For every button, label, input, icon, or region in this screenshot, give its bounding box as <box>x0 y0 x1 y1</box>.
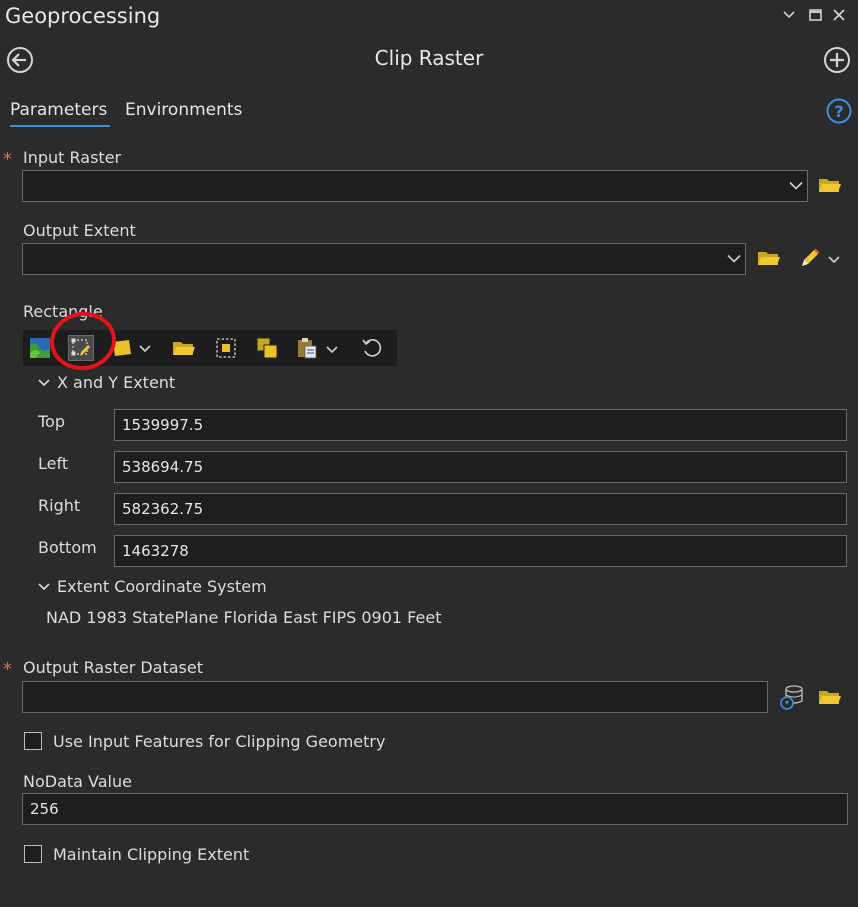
chevron-down-icon <box>789 181 803 190</box>
use-input-features-label: Use Input Features for Clipping Geometry <box>53 732 386 751</box>
maintain-extent-checkbox[interactable] <box>24 845 42 863</box>
bottom-value: 1463278 <box>122 542 189 560</box>
left-label: Left <box>38 454 69 473</box>
folder-icon <box>758 252 780 265</box>
maintain-extent-label: Maintain Clipping Extent <box>53 845 250 864</box>
panel-title: Geoprocessing <box>5 4 161 28</box>
chevron-down-icon <box>727 254 741 263</box>
chevron-down-icon <box>38 583 50 591</box>
chevron-down-icon <box>139 345 151 353</box>
help-icon: ? <box>826 98 852 124</box>
database-icon <box>780 685 803 710</box>
chevron-down-icon <box>326 346 338 354</box>
intersect-extent-button[interactable] <box>254 335 280 361</box>
pencil-icon <box>802 248 820 266</box>
folder-icon <box>819 179 841 192</box>
right-value: 582362.75 <box>122 500 204 518</box>
coord-system-value: NAD 1983 StatePlane Florida East FIPS 09… <box>46 608 442 627</box>
right-input[interactable]: 582362.75 <box>114 493 847 525</box>
folder-icon <box>819 691 841 704</box>
paste-extent-menu-button[interactable] <box>296 335 340 361</box>
plus-circle-icon <box>824 47 850 73</box>
nodata-value: 256 <box>30 800 59 818</box>
browse-input-raster-button[interactable] <box>818 176 842 198</box>
output-raster-label: Output Raster Dataset <box>23 658 204 677</box>
tab-parameters[interactable]: Parameters <box>10 100 107 120</box>
required-marker: * <box>3 659 12 680</box>
use-input-features-checkbox[interactable] <box>24 732 42 750</box>
draw-extent-menu-button[interactable] <box>799 247 843 273</box>
folder-icon <box>173 342 195 355</box>
left-input[interactable]: 538694.75 <box>114 451 847 483</box>
chevron-down-icon[interactable] <box>780 6 798 24</box>
required-marker: * <box>3 149 12 170</box>
top-value: 1539997.5 <box>122 416 204 434</box>
left-value: 538694.75 <box>122 458 204 476</box>
intersect-icon <box>256 337 278 359</box>
tab-active-underline <box>10 125 110 127</box>
tool-title: Clip Raster <box>374 46 484 70</box>
chevron-down-icon <box>828 256 840 264</box>
top-input[interactable]: 1539997.5 <box>114 409 847 441</box>
input-raster-label: Input Raster <box>23 148 122 167</box>
selection-extent-icon <box>216 338 236 358</box>
browse-output-raster-button[interactable] <box>818 688 842 710</box>
reset-extent-button[interactable] <box>359 335 385 361</box>
coord-system-header: Extent Coordinate System <box>57 577 267 596</box>
layer-extent-menu-button[interactable] <box>111 335 155 361</box>
help-button[interactable]: ? <box>826 98 852 128</box>
svg-text:?: ? <box>834 102 843 121</box>
chevron-down-icon <box>38 379 50 387</box>
nodata-label: NoData Value <box>23 772 132 791</box>
browse-output-extent-button[interactable] <box>757 249 781 271</box>
nodata-input[interactable]: 256 <box>22 793 848 825</box>
browse-extent-button[interactable] <box>171 335 197 361</box>
output-raster-input[interactable] <box>22 681 768 713</box>
maximize-icon[interactable] <box>806 6 824 24</box>
output-extent-label: Output Extent <box>23 221 136 240</box>
input-raster-dropdown[interactable] <box>22 170 808 202</box>
add-button[interactable] <box>823 46 851 78</box>
undo-icon <box>362 339 382 357</box>
geodatabase-button[interactable] <box>779 684 805 714</box>
bottom-label: Bottom <box>38 538 97 557</box>
output-extent-dropdown[interactable] <box>22 243 746 275</box>
top-label: Top <box>38 412 65 431</box>
map-icon <box>30 338 50 358</box>
clipboard-icon <box>298 338 317 359</box>
right-label: Right <box>38 496 81 515</box>
bottom-input[interactable]: 1463278 <box>114 535 847 567</box>
close-icon[interactable] <box>830 6 848 24</box>
select-extent-button[interactable] <box>213 335 239 361</box>
tab-environments[interactable]: Environments <box>125 100 242 120</box>
xy-extent-header: X and Y Extent <box>57 373 176 392</box>
